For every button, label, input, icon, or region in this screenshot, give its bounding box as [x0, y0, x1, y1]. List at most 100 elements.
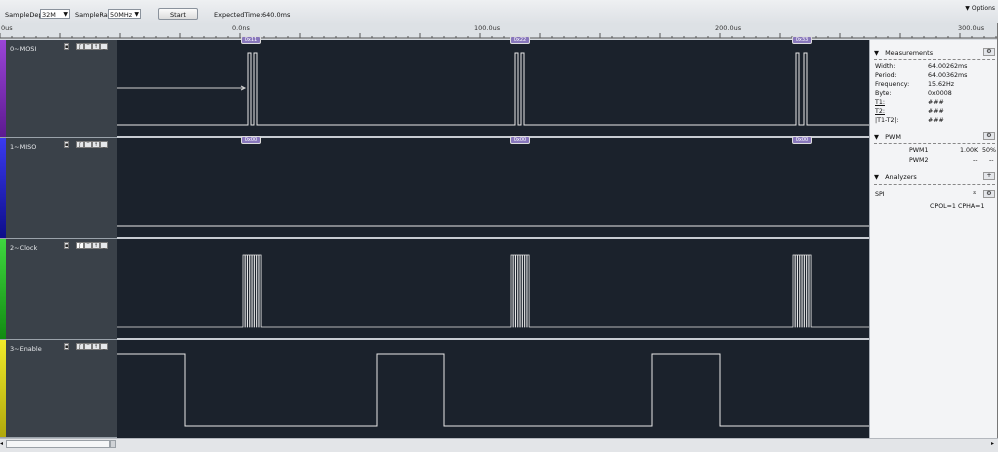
pwm-title: PWM [885, 133, 902, 141]
pwm-header[interactable]: ▼ PWM [874, 133, 901, 141]
channel-name: 3~Enable [10, 345, 42, 353]
decode-badge[interactable]: 0x22 [510, 36, 530, 44]
trigger-rise-icon[interactable]: ↑ [92, 43, 100, 50]
trigger-edge-icon[interactable]: ʃ [76, 43, 84, 50]
analyzer-name[interactable]: SPI [875, 191, 885, 198]
clock-signal [117, 254, 869, 328]
channel-header-miso[interactable]: 1~MISO ▪ ʃ ‾ ↑ _ [0, 138, 117, 239]
measure-value: 64.00362ms [928, 72, 968, 79]
trigger-edge-icon[interactable]: ʃ [76, 343, 84, 350]
chevron-down-icon: ▼ [134, 11, 139, 18]
measure-value: ### [928, 108, 944, 115]
channel-color-bar [0, 340, 6, 437]
horizontal-scrollbar[interactable] [0, 438, 998, 452]
ruler-start-label: 0us [1, 24, 13, 32]
measurements-title: Measurements [885, 49, 934, 57]
trigger-low-icon[interactable]: _ [100, 343, 108, 350]
waveform-clock[interactable] [117, 239, 869, 340]
channel-name: 0~MOSI [10, 45, 37, 53]
settings-icon[interactable]: ⚙ [983, 48, 995, 56]
cursor-t2-label[interactable]: T2: [875, 108, 885, 115]
pwm-duty[interactable]: -- [989, 157, 994, 164]
pwm-value[interactable]: -- [973, 157, 978, 164]
analyzers-header[interactable]: ▼ Analyzers [874, 173, 917, 181]
trigger-high-icon[interactable]: ‾ [84, 343, 92, 350]
channel-menu-button[interactable]: ▪ [64, 242, 69, 249]
analyzers-title: Analyzers [885, 173, 917, 181]
filter-icon[interactable]: ⌅ [970, 190, 979, 198]
ruler-tick-label: 100.0us [474, 24, 501, 32]
trigger-low-icon[interactable]: _ [100, 242, 108, 249]
channel-color-bar [0, 239, 6, 339]
pwm-value[interactable]: 1.00K [960, 147, 978, 154]
add-analyzer-icon[interactable]: + [983, 172, 995, 180]
decode-badge[interactable]: 0x33 [792, 36, 812, 44]
enable-signal [117, 353, 869, 427]
channel-header-clock[interactable]: 2~Clock ▪ ʃ ‾ ↑ _ [0, 239, 117, 340]
trigger-high-icon[interactable]: ‾ [84, 242, 92, 249]
sample-rate-value: 50MHz [110, 11, 133, 19]
scroll-thumb[interactable] [6, 440, 110, 448]
channel-color-bar [0, 40, 6, 137]
trigger-high-icon[interactable]: ‾ [84, 43, 92, 50]
start-button[interactable]: Start [158, 8, 198, 20]
trigger-rise-icon[interactable]: ↑ [92, 242, 100, 249]
miso-signal [117, 225, 869, 227]
decode-badge[interactable]: 0x11 [241, 36, 261, 44]
channel-color-bar [0, 138, 6, 238]
measure-value: ### [928, 99, 944, 106]
waveform-enable[interactable] [117, 340, 869, 438]
collapse-triangle-icon: ▼ [874, 133, 879, 141]
ruler-tick-label: 300.0us [958, 24, 985, 32]
collapse-triangle-icon: ▼ [874, 49, 879, 57]
triangle-down-icon: ▼ [965, 5, 970, 12]
pwm-duty[interactable]: 50% [982, 147, 996, 154]
trigger-low-icon[interactable]: _ [100, 43, 108, 50]
section-divider [874, 184, 995, 185]
measure-label: Period: [875, 72, 897, 79]
expected-time-label: ExpectedTime: [214, 11, 263, 19]
waveform-mosi[interactable] [117, 40, 869, 138]
waveform-miso[interactable] [117, 138, 869, 239]
sample-depth-value: 32M [42, 11, 56, 19]
trigger-low-icon[interactable]: _ [100, 141, 108, 148]
cursor-t1-label[interactable]: T1: [875, 99, 885, 106]
analyzer-settings: CPOL=1 CPHA=1 [930, 203, 985, 210]
settings-icon[interactable]: ⚙ [983, 190, 995, 198]
section-divider [874, 59, 995, 60]
channel-header-mosi[interactable]: 0~MOSI ▪ ʃ ‾ ↑ _ [0, 40, 117, 138]
channel-menu-button[interactable]: ▪ [64, 141, 69, 148]
channel-menu-button[interactable]: ▪ [64, 343, 69, 350]
channel-name: 2~Clock [10, 244, 38, 252]
scroll-right-icon[interactable]: ▸ [991, 440, 997, 448]
section-divider [874, 143, 995, 144]
channel-name: 1~MISO [10, 143, 37, 151]
scroll-thumb-grip[interactable] [110, 440, 116, 448]
measure-value: 64.00262ms [928, 63, 968, 70]
chevron-down-icon: ▼ [63, 11, 68, 18]
trigger-high-icon[interactable]: ‾ [84, 141, 92, 148]
pwm-label: PWM1 [909, 147, 929, 154]
trigger-rise-icon[interactable]: ↑ [92, 141, 100, 148]
decode-badge[interactable]: 0x00 [510, 136, 530, 144]
options-label: Options [971, 5, 995, 12]
channel-menu-button[interactable]: ▪ [64, 43, 69, 50]
sample-rate-select[interactable]: 50MHz ▼ [108, 9, 141, 19]
options-button[interactable]: ▼ Options [965, 5, 995, 12]
scroll-left-icon[interactable]: ◂ [0, 440, 5, 448]
settings-icon[interactable]: ⚙ [983, 132, 995, 140]
channel-header-enable[interactable]: 3~Enable ▪ ʃ ‾ ↑ _ [0, 340, 117, 438]
measure-label: Width: [875, 63, 896, 70]
measure-value: ### [928, 117, 944, 124]
measure-value: 15.62Hz [928, 81, 955, 88]
mosi-signal [117, 52, 869, 126]
sample-depth-select[interactable]: 32M ▼ [40, 9, 70, 19]
trigger-edge-icon[interactable]: ʃ [76, 242, 84, 249]
measure-value: 0x0008 [928, 90, 952, 97]
decode-badge[interactable]: 0x00 [792, 136, 812, 144]
trigger-edge-icon[interactable]: ʃ [76, 141, 84, 148]
decode-badge[interactable]: 0x00 [241, 136, 261, 144]
measure-label: Byte: [875, 90, 892, 97]
measurements-header[interactable]: ▼ Measurements [874, 49, 933, 57]
trigger-rise-icon[interactable]: ↑ [92, 343, 100, 350]
